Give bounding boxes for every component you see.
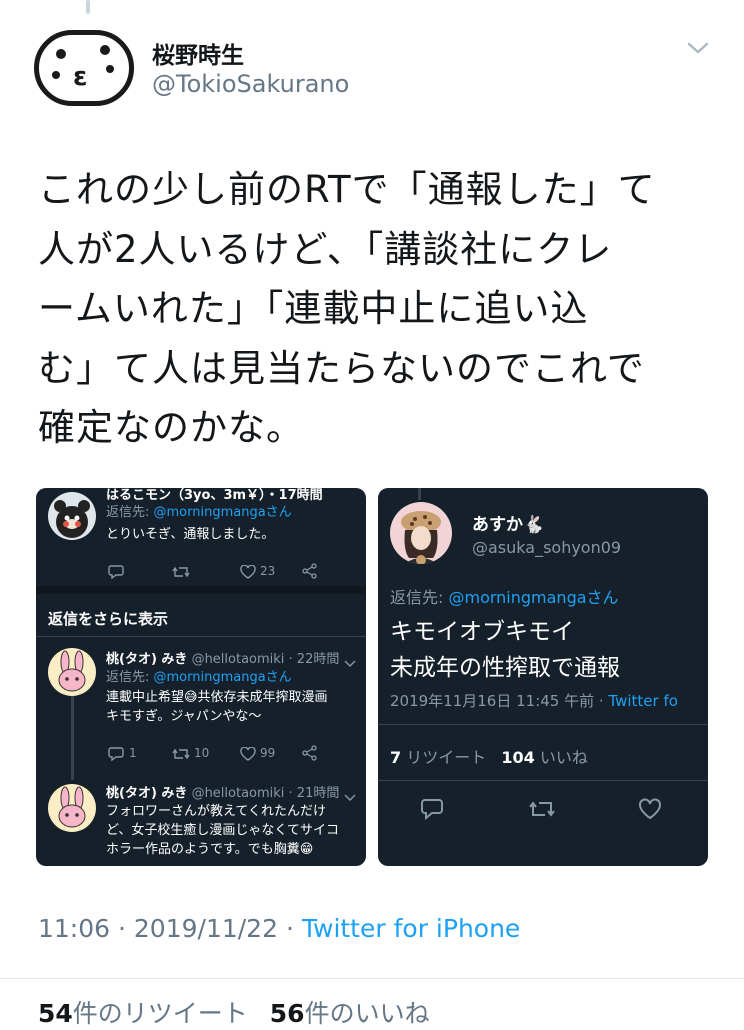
- reply-to-user[interactable]: @morningmangaさん: [154, 505, 292, 520]
- tweet-text-line: ームいれた」「連載中止に追い込: [38, 287, 589, 330]
- divider: [0, 978, 744, 979]
- reply-author[interactable]: 桃(タオ) みき: [106, 786, 187, 801]
- reply-to: 返信先: @morningmangaさん: [106, 666, 292, 685]
- divider: [378, 724, 708, 725]
- like-label[interactable]: いいね: [535, 748, 588, 767]
- timestamp: 2019年11月16日 11:45 午前 ·: [390, 692, 609, 710]
- reply-icon[interactable]: [420, 798, 444, 824]
- tweet-meta: 11:06 · 2019/11/22 · Twitter for iPhone: [38, 914, 520, 943]
- reply-count: 1: [129, 746, 137, 760]
- reply-meta: @hellotaomiki · 21時間: [191, 786, 340, 801]
- share-icon[interactable]: [302, 563, 318, 583]
- reply-icon[interactable]: [108, 746, 124, 765]
- retweet-count: 10: [194, 746, 210, 760]
- reply-header: 桃(タオ) みき @hellotaomiki · 21時間: [106, 782, 339, 801]
- avatar: [48, 648, 96, 696]
- face-icon: ε: [52, 45, 114, 92]
- show-more-replies[interactable]: 返信をさらに表示: [48, 608, 168, 629]
- embedded-screenshot-right[interactable]: あすか🐇 @asuka_sohyon09 返信先: @morningmangaさ…: [378, 488, 708, 866]
- tweet-text: これの少し前のRTで「通報した」て 人が2人いるけど、「講談社にクレ ームいれた…: [38, 160, 718, 458]
- tweet-text-line: これの少し前のRTで「通報した」て: [38, 168, 656, 211]
- divider: [36, 636, 366, 637]
- section-gap: [36, 586, 366, 594]
- tweet-text: 未成年の性搾取で通報: [390, 655, 620, 681]
- thread-connector: [86, 0, 90, 14]
- chevron-down-icon[interactable]: [344, 787, 356, 806]
- tweet-timestamp: 2019年11月16日 11:45 午前 · Twitter fo: [390, 690, 678, 711]
- reply-to: 返信先: @morningmangaさん: [106, 501, 292, 520]
- tweet-stats: 54件のリツイート 56件のいいね: [38, 994, 430, 1030]
- heart-icon[interactable]: [638, 798, 662, 824]
- retweet-icon[interactable]: [172, 564, 190, 583]
- display-name[interactable]: あすか🐇: [472, 510, 544, 535]
- chevron-down-icon[interactable]: [344, 653, 356, 672]
- divider: [378, 780, 708, 781]
- reply-to-user[interactable]: @morningmangaさん: [154, 670, 292, 685]
- reply-to-prefix: 返信先:: [106, 670, 154, 685]
- heart-icon[interactable]: [240, 564, 256, 583]
- tweet-text-line: 人が2人いるけど、「講談社にクレ: [38, 227, 613, 271]
- reply-text: ど、女子校生癒し漫画じゃなくてサイコ: [106, 823, 339, 838]
- tweet-text-line: む」て人は見当たらないのでこれで: [38, 346, 645, 390]
- display-name[interactable]: 桜野時生: [152, 36, 244, 70]
- tweet-text-line: 確定なのかな。: [38, 406, 304, 449]
- thread-line: [71, 694, 74, 780]
- user-handle[interactable]: @asuka_sohyon09: [472, 538, 621, 557]
- embedded-screenshot-left[interactable]: はるこモン（3yo、3m￥）・17時間 返信先: @morningmangaさん…: [36, 488, 366, 866]
- like-count: 23: [260, 564, 276, 578]
- tweet-text: キモイオブキモイ: [390, 619, 574, 645]
- avatar: [390, 502, 452, 564]
- reply-text: ホラー作品のようです。でも胸糞😁: [106, 842, 314, 857]
- retweet-label[interactable]: リツイート: [401, 748, 486, 767]
- client-link[interactable]: Twitter fo: [608, 692, 678, 710]
- reply-header: 桃(タオ) みき @hellotaomiki · 22時間: [106, 648, 339, 667]
- avatar: [48, 492, 96, 540]
- tweet-time[interactable]: 11:06: [38, 914, 110, 943]
- tweet-date[interactable]: 2019/11/22: [134, 914, 278, 943]
- separator: ·: [285, 914, 294, 943]
- like-count[interactable]: 104: [501, 748, 534, 767]
- share-icon[interactable]: [302, 745, 318, 765]
- reply-text: 連載中止希望😅共依存未成年搾取漫画: [106, 690, 328, 705]
- retweet-count[interactable]: 7: [390, 748, 401, 767]
- reply-text: フォロワーさんが教えてくれたんだけ: [106, 804, 326, 819]
- separator: ·: [118, 914, 126, 943]
- reply-to-prefix: 返信先:: [390, 588, 449, 607]
- reply-author[interactable]: 桃(タオ) みき: [106, 652, 187, 667]
- reply-meta: @hellotaomiki · 22時間: [191, 652, 340, 667]
- client-link[interactable]: Twitter for iPhone: [302, 914, 520, 943]
- reply-to: 返信先: @morningmangaさん: [390, 584, 619, 608]
- reply-to-prefix: 返信先:: [106, 505, 154, 520]
- svg-text:ε: ε: [73, 62, 87, 92]
- like-count: 99: [260, 746, 276, 760]
- heart-icon[interactable]: [240, 746, 256, 765]
- avatar: [48, 784, 96, 832]
- reply-icon[interactable]: [108, 564, 124, 583]
- user-handle[interactable]: @TokioSakurano: [152, 70, 349, 98]
- user-avatar[interactable]: ε: [34, 30, 134, 106]
- retweet-icon[interactable]: [528, 798, 556, 824]
- retweet-icon[interactable]: [172, 746, 190, 765]
- reply-to-user[interactable]: @morningmangaさん: [448, 588, 618, 607]
- thread-line: [418, 488, 421, 500]
- reply-text: キモすぎ。ジャパンやな〜: [106, 709, 262, 724]
- reply-text: とりいそぎ、通報しました。: [106, 527, 275, 542]
- chevron-down-icon[interactable]: [686, 40, 710, 60]
- engagement-stats: 7 リツイート 104 いいね: [390, 744, 588, 768]
